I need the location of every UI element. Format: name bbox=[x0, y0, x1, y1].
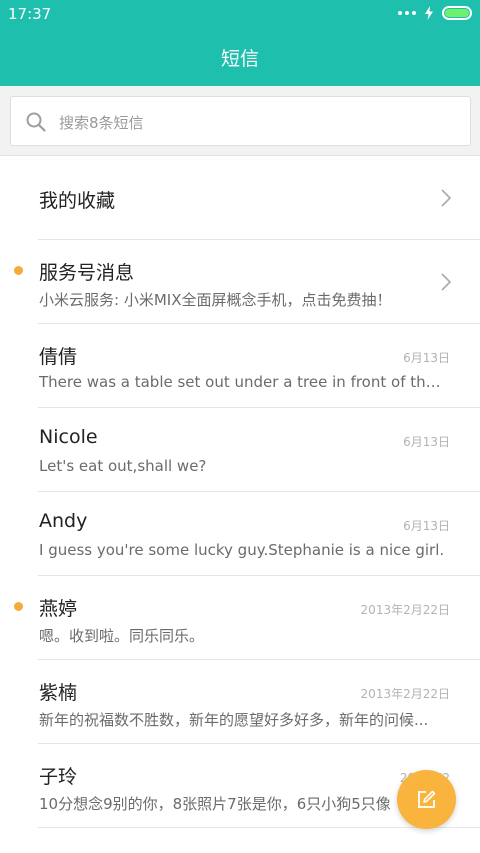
conversation-date: 6月13日 bbox=[403, 435, 450, 449]
signal-dots-icon bbox=[398, 11, 416, 15]
search-bar: 搜索8条短信 bbox=[0, 86, 480, 156]
chevron-right-icon bbox=[441, 189, 452, 207]
conversation-list: 我的收藏 服务号消息 小米云服务: 小米MIX全面屏概念手机，点击免费抽！ 倩倩… bbox=[0, 156, 480, 828]
search-input[interactable]: 搜索8条短信 bbox=[10, 96, 471, 146]
conversation-preview: 10分想念9别的你，8张照片7张是你，6只小狗5只像 bbox=[39, 795, 391, 813]
conversation-row-service[interactable]: 服务号消息 小米云服务: 小米MIX全面屏概念手机，点击免费抽！ bbox=[0, 240, 480, 324]
conversation-row[interactable]: 燕婷 2013年2月22日 嗯。收到啦。同乐同乐。 bbox=[0, 576, 480, 660]
conversation-name: Nicole bbox=[39, 426, 98, 448]
conversation-preview: I guess you're some lucky guy.Stephanie … bbox=[39, 541, 445, 559]
conversation-preview: 新年的祝福数不胜数，新年的愿望好多好多，新年的问候... bbox=[39, 711, 429, 729]
conversation-preview: There was a table set out under a tree i… bbox=[39, 373, 447, 391]
page-title: 短信 bbox=[220, 48, 259, 70]
status-time: 17:37 bbox=[8, 5, 52, 23]
unread-dot bbox=[14, 602, 23, 611]
unread-dot bbox=[14, 266, 23, 275]
conversation-name: 子玲 bbox=[39, 766, 78, 788]
conversation-date: 2013年2月22日 bbox=[360, 687, 450, 701]
divider bbox=[38, 827, 480, 828]
conversation-date: 2013年2月22日 bbox=[360, 603, 450, 617]
conversation-date: 6月13日 bbox=[403, 351, 450, 365]
status-bar: 17:37 bbox=[0, 0, 480, 28]
conversation-row[interactable]: 紫楠 2013年2月22日 新年的祝福数不胜数，新年的愿望好多好多，新年的问候.… bbox=[0, 660, 480, 744]
conversation-name: 紫楠 bbox=[39, 682, 78, 704]
conversation-name: Andy bbox=[39, 510, 88, 532]
status-icons bbox=[398, 6, 472, 20]
conversation-row[interactable]: 倩倩 6月13日 There was a table set out under… bbox=[0, 324, 480, 408]
search-placeholder: 搜索8条短信 bbox=[59, 114, 144, 132]
charging-icon bbox=[425, 6, 433, 20]
conversation-row[interactable]: Nicole 6月13日 Let's eat out,shall we? bbox=[0, 408, 480, 492]
app-header: 17:37 短信 bbox=[0, 0, 480, 86]
conversation-row[interactable]: Andy 6月13日 I guess you're some lucky guy… bbox=[0, 492, 480, 576]
conversation-preview: Let's eat out,shall we? bbox=[39, 457, 207, 475]
chevron-right-icon bbox=[441, 273, 452, 291]
conversation-date: 6月13日 bbox=[403, 519, 450, 533]
conversation-name: 倩倩 bbox=[39, 346, 78, 368]
favorites-row[interactable]: 我的收藏 bbox=[0, 156, 480, 240]
search-icon bbox=[26, 112, 46, 132]
conversation-name: 燕婷 bbox=[39, 598, 78, 620]
compose-button[interactable] bbox=[397, 770, 456, 829]
compose-icon bbox=[418, 790, 436, 808]
battery-icon bbox=[442, 6, 472, 20]
conversation-preview: 嗯。收到啦。同乐同乐。 bbox=[39, 627, 205, 645]
favorites-label: 我的收藏 bbox=[39, 190, 116, 212]
conversation-name: 服务号消息 bbox=[39, 262, 135, 284]
conversation-preview: 小米云服务: 小米MIX全面屏概念手机，点击免费抽！ bbox=[39, 291, 392, 309]
